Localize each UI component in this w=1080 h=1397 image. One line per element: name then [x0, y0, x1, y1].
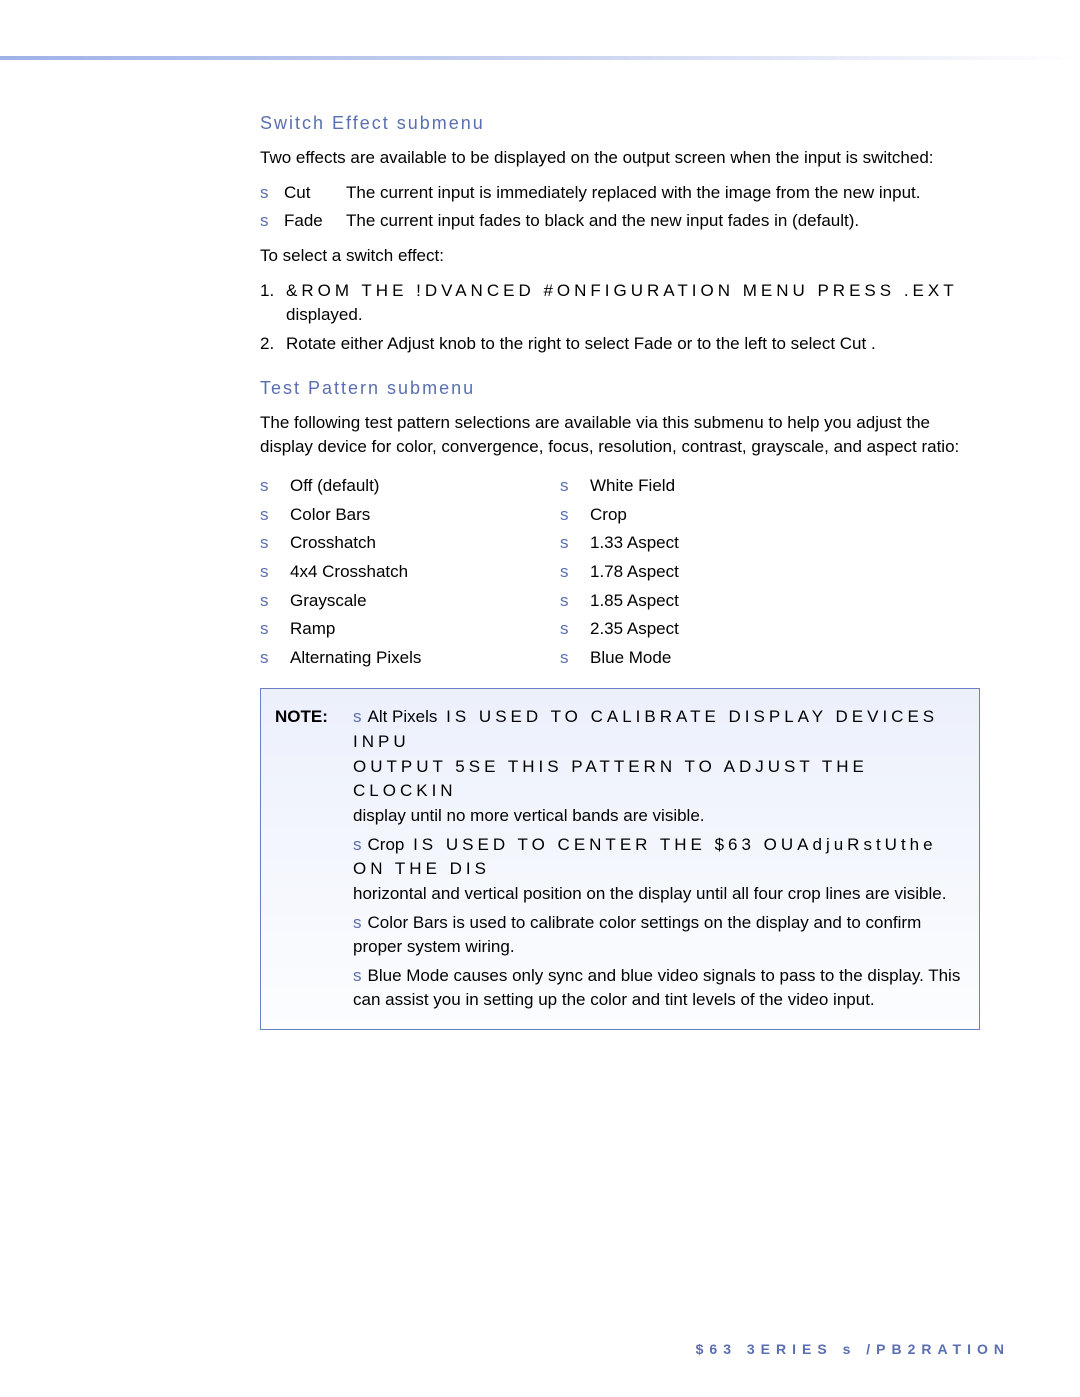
step-number: 1.	[260, 279, 286, 328]
bullet-icon: s	[260, 646, 284, 671]
note-caps: IS USED TO CALIBRATE DISPLAY DEVICES INP…	[353, 707, 938, 751]
bullet-icon: s	[260, 617, 284, 642]
note-box: NOTE: s Alt Pixels IS USED TO CALIBRATE D…	[260, 688, 980, 1030]
test-pattern-intro: The following test pattern selections ar…	[260, 411, 980, 460]
switch-effect-steps: 1. &ROM THE !DVANCED #ONFIGURATION MENU …	[260, 279, 980, 357]
note-caps: IS USED TO CENTER THE $63 OUAdjuRstUthe …	[353, 835, 937, 879]
note-body: s Crop IS USED TO CENTER THE $63 OUAdjuRs…	[353, 833, 965, 907]
bullet-icon: s	[260, 181, 284, 206]
option-fade: s Fade The current input fades to black …	[260, 209, 980, 234]
note-body: sBlue Mode causes only sync and blue vid…	[353, 964, 965, 1013]
switch-effect-intro: Two effects are available to be displaye…	[260, 146, 980, 171]
note-item-blue-mode: sBlue Mode causes only sync and blue vid…	[275, 964, 965, 1013]
step-number: 2.	[260, 332, 286, 357]
heading-switch-effect: Switch Effect submenu	[260, 110, 980, 136]
pattern-item: Off (default)	[290, 474, 379, 499]
step-2: 2. Rotate either Adjust knob to the righ…	[260, 332, 980, 357]
switch-effect-options: s Cut The current input is immediately r…	[260, 181, 980, 234]
bullet-icon: s	[560, 503, 584, 528]
note-item-color-bars: sColor Bars is used to calibrate color s…	[275, 911, 965, 960]
bullet-icon: s	[560, 617, 584, 642]
bullet-icon: s	[260, 474, 284, 499]
bullet-icon: s	[260, 531, 284, 556]
option-desc: The current input fades to black and the…	[346, 209, 980, 234]
note-tail: horizontal and vertical position on the …	[353, 884, 946, 903]
step-line1: &ROM THE !DVANCED #ONFIGURATION MENU PRE…	[286, 281, 958, 300]
note-head: Blue Mode	[368, 966, 449, 985]
switch-effect-lead: To select a switch effect:	[260, 244, 980, 269]
test-pattern-columns: sOff (default) sColor Bars sCrosshatch s…	[260, 470, 980, 674]
note-head: Crop	[368, 835, 405, 854]
page-footer: $63 3ERIES s /PB2RATION	[696, 1339, 1010, 1359]
note-head: Alt Pixels	[368, 707, 438, 726]
pattern-item: 1.33 Aspect	[590, 531, 679, 556]
pattern-item: Blue Mode	[590, 646, 671, 671]
note-item-crop: s Crop IS USED TO CENTER THE $63 OUAdjuRs…	[275, 833, 965, 907]
bullet-icon: s	[353, 707, 362, 726]
step-body: Rotate either Adjust knob to the right t…	[286, 332, 980, 357]
bullet-icon: s	[260, 209, 284, 234]
step-body: &ROM THE !DVANCED #ONFIGURATION MENU PRE…	[286, 279, 980, 328]
pattern-item: 4x4 Crosshatch	[290, 560, 408, 585]
note-label: NOTE:	[275, 705, 353, 828]
pattern-item: 2.35 Aspect	[590, 617, 679, 642]
option-cut: s Cut The current input is immediately r…	[260, 181, 980, 206]
test-pattern-col2: sWhite Field sCrop s1.33 Aspect s1.78 As…	[560, 470, 860, 674]
note-item-alt-pixels: NOTE: s Alt Pixels IS USED TO CALIBRATE D…	[275, 705, 965, 828]
note-body: sColor Bars is used to calibrate color s…	[353, 911, 965, 960]
pattern-item: Crop	[590, 503, 627, 528]
bullet-icon: s	[260, 503, 284, 528]
pattern-item: Crosshatch	[290, 531, 376, 556]
pattern-item: 1.85 Aspect	[590, 589, 679, 614]
step-1: 1. &ROM THE !DVANCED #ONFIGURATION MENU …	[260, 279, 980, 328]
top-gradient-bar	[0, 56, 1080, 60]
heading-test-pattern: Test Pattern submenu	[260, 375, 980, 401]
bullet-icon: s	[560, 646, 584, 671]
option-term: Fade	[284, 209, 346, 234]
bullet-icon: s	[353, 966, 362, 985]
bullet-icon: s	[560, 589, 584, 614]
pattern-item: Color Bars	[290, 503, 370, 528]
bullet-icon: s	[560, 560, 584, 585]
bullet-icon: s	[353, 835, 362, 854]
bullet-icon: s	[560, 474, 584, 499]
bullet-icon: s	[560, 531, 584, 556]
page-content: Switch Effect submenu Two effects are av…	[260, 110, 980, 1030]
option-term: Cut	[284, 181, 346, 206]
test-pattern-col1: sOff (default) sColor Bars sCrosshatch s…	[260, 470, 560, 674]
pattern-item: Ramp	[290, 617, 335, 642]
pattern-item: 1.78 Aspect	[590, 560, 679, 585]
note-caps: OUTPUT 5SE THIS PATTERN TO ADJUST THE CL…	[353, 757, 868, 801]
note-tail: display until no more vertical bands are…	[353, 806, 705, 825]
bullet-icon: s	[260, 560, 284, 585]
pattern-item: Alternating Pixels	[290, 646, 421, 671]
option-desc: The current input is immediately replace…	[346, 181, 980, 206]
pattern-item: White Field	[590, 474, 675, 499]
bullet-icon: s	[260, 589, 284, 614]
step-line2: displayed.	[286, 305, 363, 324]
pattern-item: Grayscale	[290, 589, 367, 614]
note-head: Color Bars	[368, 913, 448, 932]
note-body: s Alt Pixels IS USED TO CALIBRATE DISPLAY…	[353, 705, 965, 828]
bullet-icon: s	[353, 913, 362, 932]
